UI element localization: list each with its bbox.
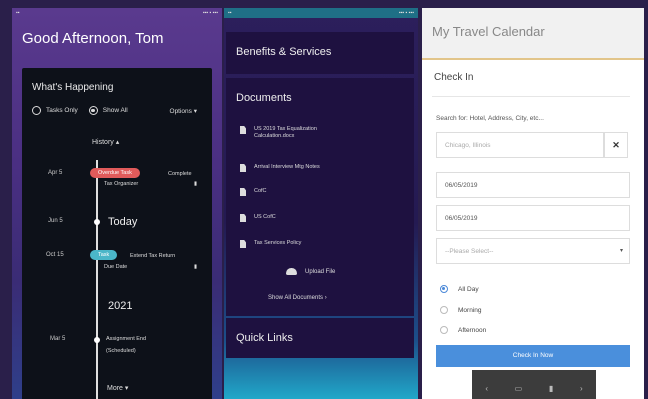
whats-happening-card: What's Happening Tasks Only Show All Opt… [22,68,212,399]
document-icon [240,188,246,196]
greeting-title: Good Afternoon, Tom [22,30,164,47]
trash-icon[interactable]: ▮ [194,264,197,271]
show-all-documents-link[interactable]: Show All Documents › [268,295,327,301]
tasks-only-label: Tasks Only [46,107,78,114]
timeline-date: Jun 5 [48,218,63,224]
status-bar: ▪▪ ▪▪▪ ▪ ▪▪▪ [224,8,418,18]
quick-links-card[interactable]: Quick Links [226,318,414,358]
clear-search-button[interactable]: ✕ [604,132,628,158]
chevron-down-icon: ▾ [619,248,623,254]
travel-calendar-panel: My Travel Calendar Check In Search for: … [422,8,644,399]
event-subtitle: Due Date [104,264,128,270]
document-icon [240,164,246,172]
timeline-dot [94,337,100,343]
benefits-heading: Benefits & Services [236,46,332,58]
show-all-label: Show All [102,107,128,114]
home-screen-panel: ▪▪ ▪▪▪ ▪ ▪▪▪ Good Afternoon, Tom What's H… [12,8,222,399]
search-label: Search for: Hotel, Address, City, etc... [436,115,544,122]
event-title: Tax Organizer [104,181,139,187]
check-in-now-button[interactable]: Check In Now [436,345,630,367]
event-status: Complete [168,171,192,177]
option-label: Morning [458,306,482,314]
documents-heading: Documents [236,92,292,104]
history-toggle[interactable]: History ▴ [92,138,119,146]
tasks-only-radio[interactable] [32,106,41,115]
timeline-line [96,160,98,399]
select-placeholder: --Please Select-- [445,248,494,255]
option-label: All Day [458,285,479,293]
home-icon[interactable]: ▭ [515,384,523,393]
document-name: US CofC [254,214,276,220]
page-title: My Travel Calendar [432,24,545,39]
document-name: US 2019 Tax Equalization Calculation.doc… [254,126,317,139]
option-morning[interactable]: Morning [440,306,481,314]
card-title: What's Happening [32,82,114,93]
today-marker: Today [108,216,138,228]
trash-icon[interactable]: ▮ [549,384,553,393]
document-name: Tax Services Policy [254,240,302,246]
document-icon [240,126,246,134]
check-in-heading: Check In [434,72,474,83]
year-marker: 2021 [108,300,133,312]
options-dropdown[interactable]: Options ▾ [170,107,197,115]
forward-icon[interactable]: › [580,384,583,393]
event-subtitle: (Scheduled) [106,348,136,354]
radio-icon [440,326,448,334]
documents-screen-panel: ▪▪ ▪▪▪ ▪ ▪▪▪ Benefits & Services Document… [224,8,418,399]
timeline-date: Apr 5 [48,170,63,176]
document-item[interactable]: Tax Services Policy [240,240,301,248]
document-icon [240,214,246,222]
overdue-task-pill[interactable]: Overdue Task [90,168,140,178]
quick-links-heading: Quick Links [236,332,293,344]
document-icon [240,240,246,248]
document-item[interactable]: US 2019 Tax Equalization Calculation.doc… [240,126,344,140]
radio-icon [440,306,448,314]
timeline-dot [94,219,100,225]
location-search-input[interactable]: Chicago, Illinois [436,132,604,158]
divider [432,96,630,97]
upload-label: Upload File [305,268,336,275]
timeline-date: Mar 5 [50,336,66,342]
timeline-filters: Tasks Only Show All Options ▾ [32,106,207,115]
task-pill[interactable]: Task [90,250,118,260]
show-all-radio[interactable] [88,106,98,115]
time-select[interactable]: --Please Select-- ▾ [436,238,630,264]
radio-icon [440,285,448,293]
option-afternoon[interactable]: Afternoon [440,326,486,334]
document-item[interactable]: CofC [240,188,267,196]
documents-card: Documents US 2019 Tax Equalization Calcu… [226,78,414,316]
document-name: Arrival Interview Mtg Notes [254,164,320,170]
start-date-field[interactable]: 06/05/2019 [436,172,630,198]
timeline-date: Oct 15 [46,252,64,258]
document-item[interactable]: Arrival Interview Mtg Notes [240,164,320,172]
document-name: CofC [254,188,267,194]
end-date-field[interactable]: 06/05/2019 [436,205,630,231]
upload-file-button[interactable]: Upload File [286,268,335,275]
trash-icon[interactable]: ▮ [194,181,197,188]
back-icon[interactable]: ‹ [485,384,488,393]
option-all-day[interactable]: All Day [440,285,479,293]
cloud-upload-icon [286,268,297,275]
event-title: Extend Tax Return [130,253,176,259]
status-bar: ▪▪ ▪▪▪ ▪ ▪▪▪ [16,10,218,16]
document-item[interactable]: US CofC [240,214,276,222]
bottom-nav-bar: ‹ ▭ ▮ › [472,370,596,399]
option-label: Afternoon [458,326,487,334]
more-button[interactable]: More ▾ [107,384,128,392]
benefits-card[interactable]: Benefits & Services [226,32,414,74]
event-title: Assignment End [106,336,147,342]
